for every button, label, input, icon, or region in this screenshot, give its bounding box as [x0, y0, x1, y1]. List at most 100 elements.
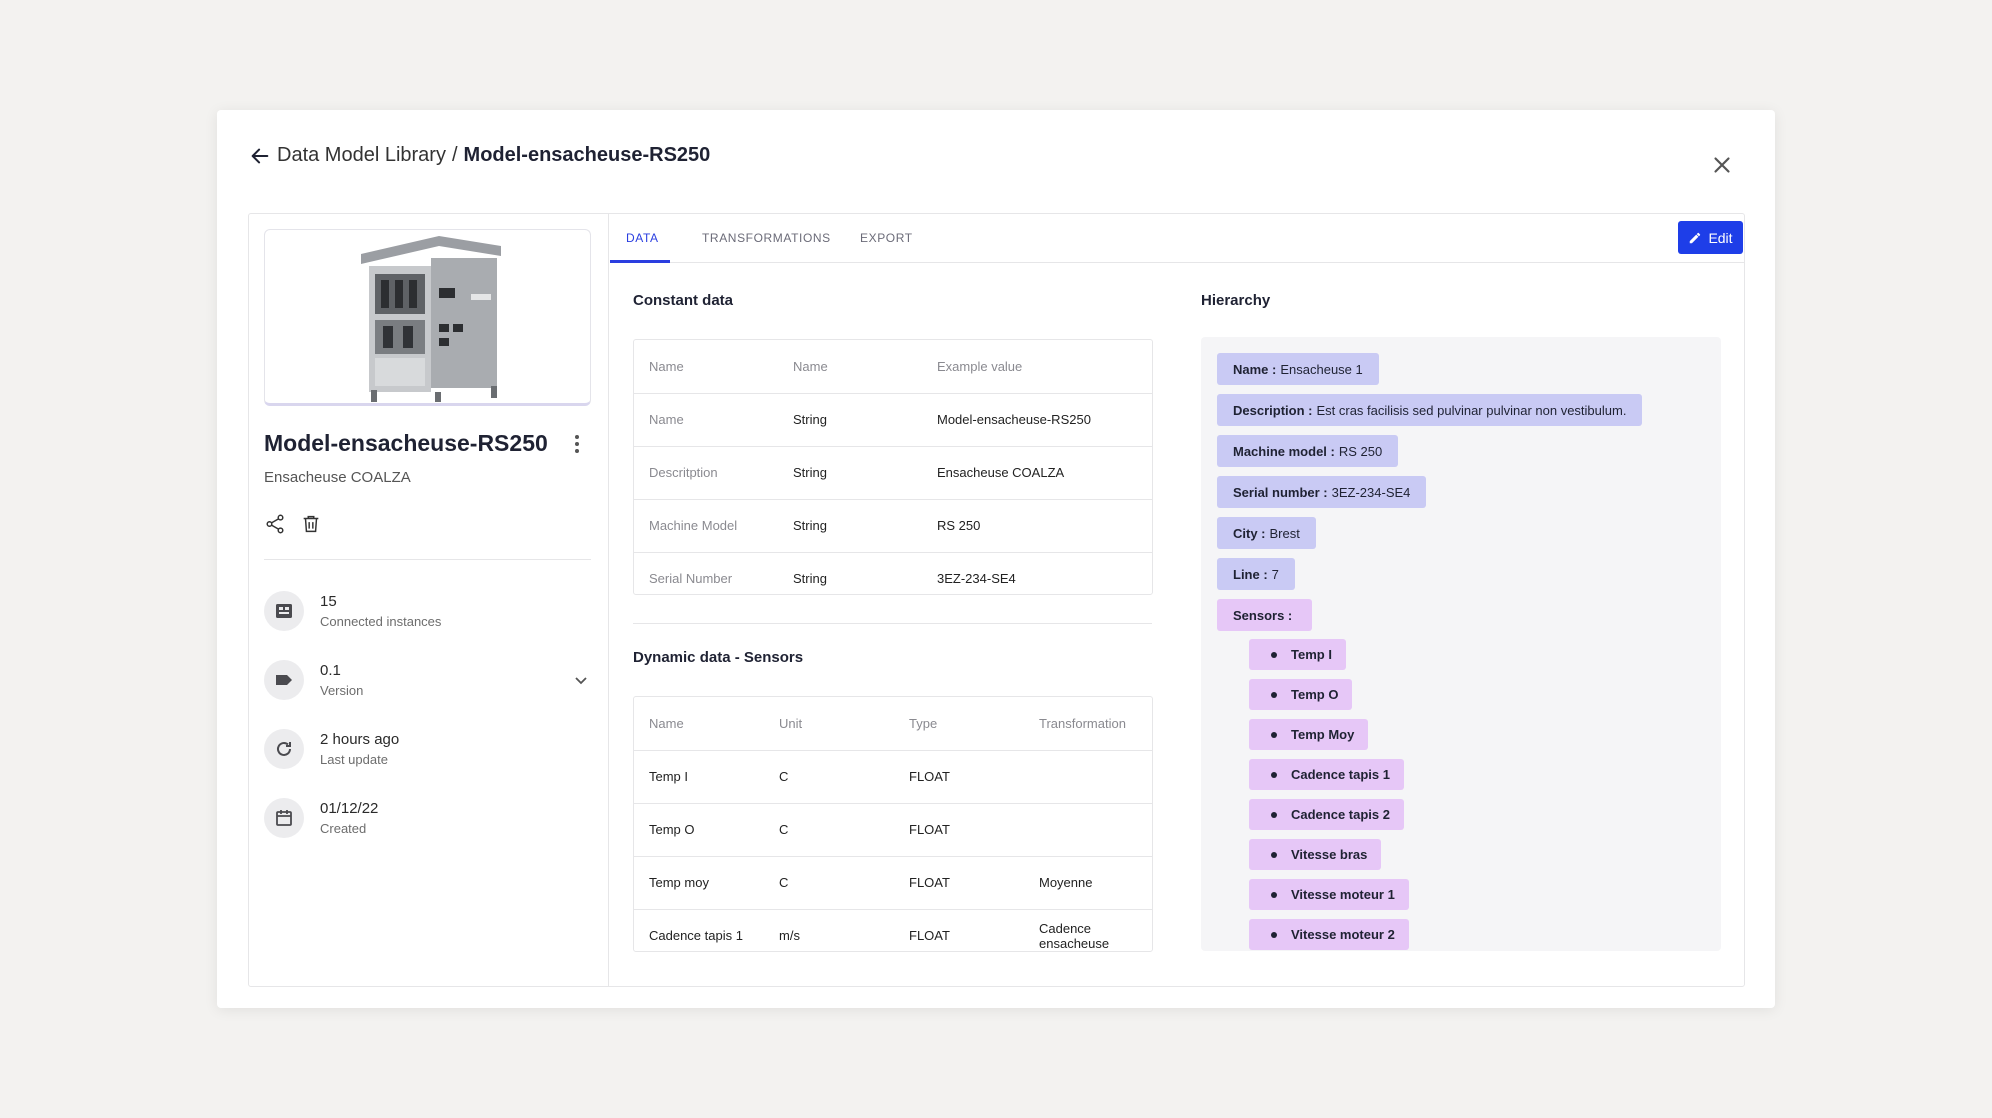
calendar-icon	[264, 798, 304, 838]
model-actions	[264, 513, 322, 535]
hierarchy-field[interactable]: Serial number :3EZ-234-SE4	[1217, 476, 1427, 508]
edit-button-label: Edit	[1708, 229, 1733, 246]
column-header: Name	[634, 340, 778, 394]
field-value: Ensacheuse 1	[1280, 361, 1363, 377]
table-header-row: Name Unit Type Transformation	[634, 697, 1152, 751]
cell-example: 3EZ-234-SE4	[937, 571, 1016, 587]
meta-created: 01/12/22 Created	[264, 798, 591, 838]
column-header: Name	[778, 340, 922, 394]
cell-name: Serial Number	[649, 571, 733, 587]
field-key: Machine model :	[1233, 443, 1335, 459]
cell-unit: C	[764, 803, 894, 857]
meta-version: 0.1 Version	[264, 660, 591, 700]
hierarchy-tree: Name : Ensacheuse 1 Description : Est cras…	[1201, 337, 1721, 951]
meta-value: 2 hours ago	[320, 731, 400, 748]
tab-export[interactable]: EXPORT	[860, 231, 913, 245]
cell-name: Descritption	[634, 446, 778, 500]
data-model-dialog: Data Model Library / Model-ensacheuse-RS…	[217, 110, 1775, 1008]
hierarchy-sensor-item[interactable]: Cadence tapis 2	[1249, 799, 1404, 830]
table-header-row: Name Name Example value	[634, 340, 1152, 394]
table-row[interactable]: Serial Number String 3EZ-234-SE4	[634, 552, 1152, 594]
hierarchy-sensor-item[interactable]: Vitesse bras	[1249, 839, 1382, 870]
hierarchy-sensor-item[interactable]: Vitesse moteur 1	[1249, 879, 1409, 910]
hierarchy-sensor-item[interactable]: Temp Moy	[1249, 719, 1369, 750]
table-row[interactable]: Machine Model String RS 250	[634, 499, 1152, 553]
meta-value: 01/12/22	[320, 800, 379, 817]
instances-icon	[264, 591, 304, 631]
table-row[interactable]: Temp O C FLOAT	[634, 803, 1152, 857]
column-header: Type	[894, 697, 1024, 751]
field-key: City :	[1233, 525, 1266, 541]
cell-type: FLOAT	[909, 928, 950, 944]
dynamic-data-title: Dynamic data - Sensors	[633, 649, 804, 666]
cell-transformation	[1024, 750, 1152, 804]
meta-connected-instances: 15 Connected instances	[264, 591, 591, 631]
cell-type: FLOAT	[894, 803, 1024, 857]
table-row[interactable]: Descritption String Ensacheuse COALZA	[634, 446, 1152, 500]
cell-transformation: Cadence ensacheuse	[1039, 920, 1110, 951]
hierarchy-sensors-node[interactable]: Sensors :	[1217, 599, 1313, 631]
cell-type: String	[778, 446, 922, 500]
field-value: Est cras facilisis sed pulvinar pulvinar…	[1316, 402, 1627, 418]
table-row[interactable]: Temp I C FLOAT	[634, 750, 1152, 804]
active-tab-indicator	[610, 260, 670, 263]
dynamic-data-table: Name Unit Type Transformation Temp I C F…	[633, 696, 1153, 952]
hierarchy-sensor-item[interactable]: Temp O	[1249, 679, 1353, 710]
field-value: RS 250	[1338, 443, 1383, 459]
field-key: Line :	[1233, 566, 1268, 582]
table-row[interactable]: Name String Model-ensacheuse-RS250	[634, 393, 1152, 447]
share-icon[interactable]	[264, 513, 286, 535]
field-key: Name :	[1233, 361, 1277, 377]
hierarchy-field[interactable]: Line :7	[1217, 558, 1295, 590]
tab-transformations[interactable]: TRANSFORMATIONS	[702, 231, 831, 245]
cell-name: Temp I	[634, 750, 764, 804]
chevron-down-icon[interactable]	[571, 670, 591, 690]
cell-type: String	[778, 499, 922, 553]
meta-value: 15	[320, 593, 337, 610]
table-row[interactable]: Cadence tapis 1 m/s FLOAT Cadence ensach…	[634, 909, 1152, 951]
field-key: Description :	[1233, 402, 1313, 418]
field-key: Serial number :	[1233, 484, 1328, 500]
edit-button[interactable]: Edit	[1678, 221, 1743, 254]
constant-data-table: Name Name Example value Name String Mode…	[633, 339, 1153, 595]
cell-name: Temp moy	[634, 856, 764, 910]
breadcrumb-root-link[interactable]: Data Model Library	[277, 144, 446, 167]
cell-name: Name	[634, 393, 778, 447]
pencil-icon	[1690, 232, 1701, 243]
hierarchy-sensor-item[interactable]: Temp I	[1249, 639, 1346, 670]
machine-image-card	[264, 229, 591, 406]
table-row[interactable]: Temp moy C FLOAT Moyenne	[634, 856, 1152, 910]
cell-unit: C	[764, 856, 894, 910]
field-value: Brest	[1269, 525, 1300, 541]
hierarchy-field[interactable]: City : Brest	[1217, 517, 1316, 549]
tab-bar: DATA TRANSFORMATIONS EXPORT Edit	[610, 214, 1744, 263]
cell-transformation: Moyenne	[1024, 856, 1152, 910]
field-value: 3EZ-234-SE4	[1331, 484, 1411, 500]
hierarchy-field[interactable]: Machine model : RS 250	[1217, 435, 1399, 467]
tab-data[interactable]: DATA	[626, 231, 659, 245]
meta-last-update: 2 hours ago Last update	[264, 729, 591, 769]
cell-example: Ensacheuse COALZA	[922, 446, 1152, 500]
hierarchy-title: Hierarchy	[1201, 292, 1271, 309]
tag-icon	[264, 660, 304, 700]
model-panel: Model-ensacheuse-RS250 Ensacheuse COALZA…	[248, 213, 1745, 987]
trash-icon[interactable]	[300, 513, 322, 535]
field-key: Sensors :	[1233, 607, 1293, 623]
model-details: DATA TRANSFORMATIONS EXPORT Edit Constan…	[610, 214, 1744, 986]
cell-example: Model-ensacheuse-RS250	[922, 393, 1152, 447]
breadcrumb-separator: /	[451, 144, 458, 166]
column-header: Example value	[922, 340, 1152, 394]
model-summary: Model-ensacheuse-RS250 Ensacheuse COALZA…	[249, 214, 609, 986]
column-header: Name	[634, 697, 764, 751]
hierarchy-sensor-item[interactable]: Cadence tapis 1	[1249, 759, 1404, 790]
more-vertical-icon[interactable]	[567, 433, 587, 455]
column-header: Transformation	[1024, 697, 1152, 751]
meta-label: Last update	[320, 752, 388, 767]
close-icon[interactable]	[1709, 152, 1735, 178]
meta-value: 0.1	[320, 662, 341, 679]
hierarchy-sensor-item[interactable]: Vitesse moteur 2	[1249, 919, 1409, 950]
cell-type: FLOAT	[894, 856, 1024, 910]
hierarchy-field[interactable]: Name : Ensacheuse 1	[1217, 353, 1379, 385]
hierarchy-field[interactable]: Description : Est cras facilisis sed pulv…	[1217, 394, 1643, 426]
arrow-left-icon[interactable]	[249, 145, 271, 167]
